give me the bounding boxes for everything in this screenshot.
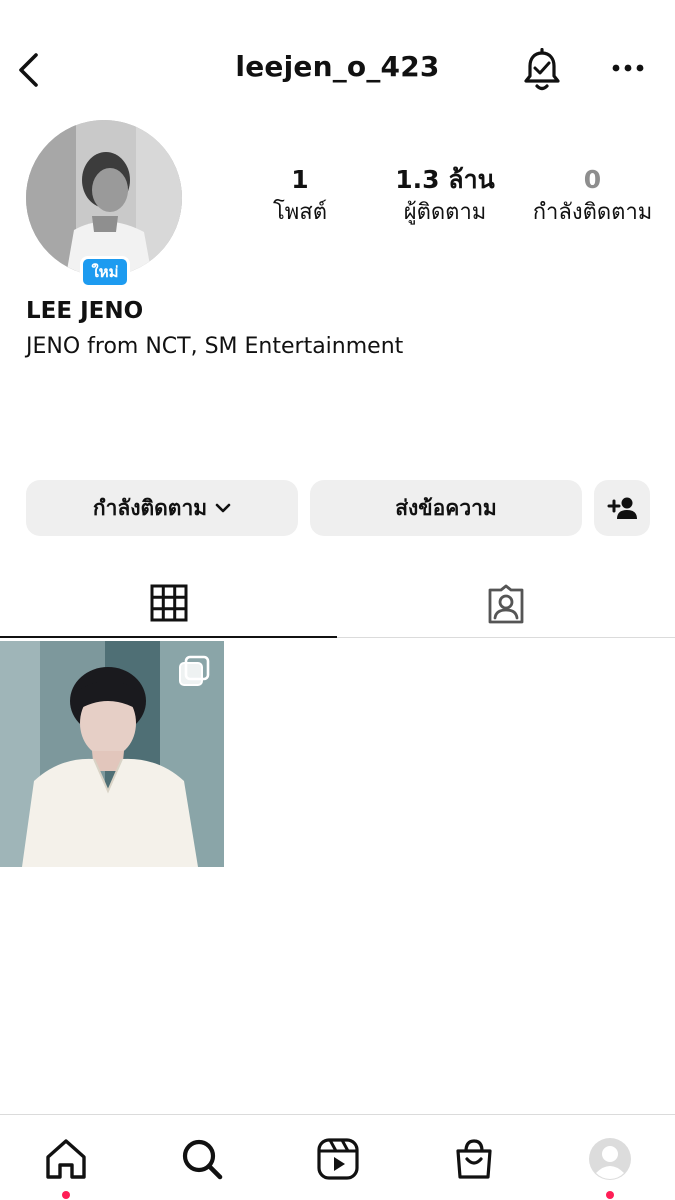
profile-avatar[interactable]: [26, 120, 182, 276]
home-notification-dot: [62, 1191, 70, 1199]
avatar-photo: [26, 120, 182, 276]
following-count: 0: [583, 165, 602, 194]
profile-bio: JENO from NCT, SM Entertainment: [26, 334, 404, 359]
posts-label: โพสต์: [272, 200, 328, 225]
nav-search[interactable]: [172, 1131, 232, 1187]
tab-tagged[interactable]: [337, 570, 675, 638]
post-thumbnail[interactable]: [0, 641, 224, 867]
top-bar: leejen_o_423: [0, 0, 675, 140]
following-count-stat[interactable]: 0 กำลังติดตาม: [520, 162, 665, 228]
message-button-label: ส่งข้อความ: [395, 495, 497, 520]
shop-icon: [456, 1139, 492, 1179]
suggest-users-button[interactable]: [594, 480, 650, 536]
following-button-label: กำลังติดตาม: [92, 495, 208, 520]
message-button[interactable]: ส่งข้อความ: [310, 480, 582, 536]
profile-page: leejen_o_423 ใหม่ 1 โพสต์ 1.3 ล้าน ผู้ติ…: [0, 0, 675, 1200]
bell-check-icon: [524, 48, 560, 91]
following-label: กำลังติดตาม: [532, 200, 653, 225]
followers-count-stat[interactable]: 1.3 ล้าน ผู้ติดตาม: [375, 162, 515, 228]
nav-reels[interactable]: [308, 1131, 368, 1187]
profile-avatar-icon: [589, 1138, 631, 1180]
search-icon: [182, 1139, 223, 1180]
home-icon: [46, 1139, 86, 1179]
more-options-button[interactable]: [602, 48, 654, 88]
more-dots-icon: [612, 64, 644, 72]
nav-profile[interactable]: [580, 1131, 640, 1187]
carousel-icon: [179, 655, 210, 686]
profile-avatar-container[interactable]: ใหม่: [26, 120, 182, 288]
new-story-badge: ใหม่: [80, 256, 130, 288]
followers-label: ผู้ติดตาม: [403, 200, 487, 225]
nav-home[interactable]: [36, 1131, 96, 1187]
chevron-down-icon: [215, 503, 231, 513]
profile-display-name: LEE JENO: [26, 298, 144, 324]
posts-count-stat[interactable]: 1 โพสต์: [250, 162, 350, 228]
add-user-icon: [607, 497, 637, 519]
tab-posts-grid[interactable]: [0, 570, 337, 638]
nav-shop[interactable]: [444, 1131, 504, 1187]
reels-icon: [317, 1138, 359, 1180]
tagged-icon: [488, 584, 524, 623]
bottom-navigation: [0, 1114, 675, 1200]
following-button[interactable]: กำลังติดตาม: [26, 480, 298, 536]
grid-icon: [150, 584, 187, 622]
profile-notification-dot: [606, 1191, 614, 1199]
posts-count: 1: [291, 165, 309, 194]
notifications-button[interactable]: [516, 44, 568, 96]
profile-username: leejen_o_423: [235, 50, 440, 83]
followers-count: 1.3 ล้าน: [395, 165, 495, 194]
